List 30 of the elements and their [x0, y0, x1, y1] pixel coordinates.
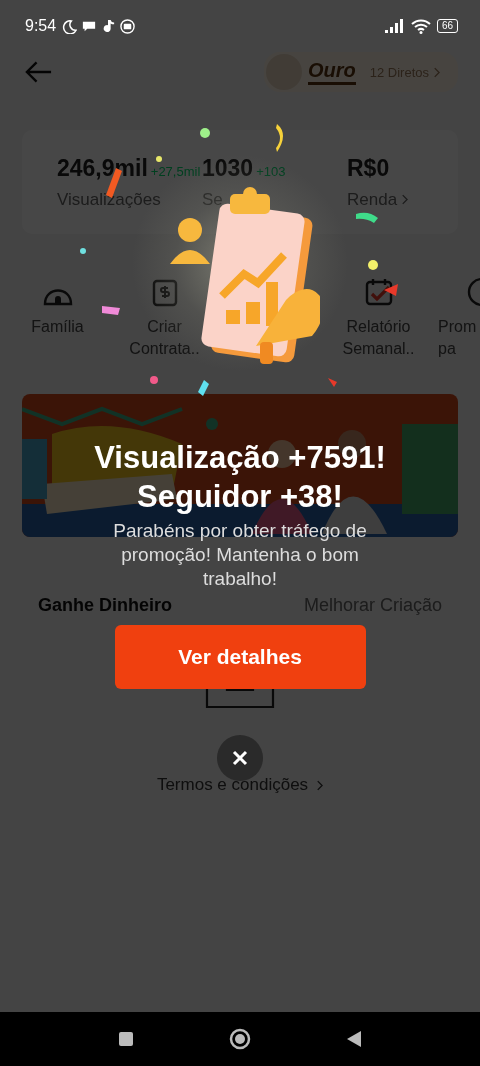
play-circle-icon: [120, 18, 136, 34]
confetti-icon: [356, 212, 378, 223]
confetti-icon: [368, 260, 378, 270]
confetti-icon: [156, 156, 162, 162]
details-button[interactable]: Ver detalhes: [114, 625, 366, 689]
confetti-icon: [384, 284, 398, 296]
confetti-icon: [80, 248, 86, 254]
status-time: 9:54: [25, 17, 57, 35]
confetti-icon: [198, 380, 209, 396]
confetti-icon: [328, 378, 337, 387]
back-triangle-icon[interactable]: [346, 1030, 363, 1048]
stat-value: 246,9mil: [57, 154, 148, 182]
music-note-icon: [101, 19, 116, 33]
confetti-icon: [150, 376, 158, 384]
close-icon: [232, 750, 248, 766]
reward-message: Parabéns por obter tráfego de promoção! Mantenha o bom trabalho!: [112, 519, 368, 591]
reward-title: Seguidor +38!: [137, 478, 343, 516]
signal-icon: [384, 19, 405, 33]
chat-bubble-icon: [82, 19, 97, 33]
confetti-icon: [102, 306, 120, 315]
moon-icon: [62, 18, 78, 34]
home-circle-icon[interactable]: [229, 1028, 251, 1050]
square-icon[interactable]: [117, 1031, 134, 1047]
stat-delta: +27,5mil: [150, 163, 201, 179]
wifi-icon: [410, 18, 431, 34]
reward-title: Visualização +7591!: [94, 439, 386, 477]
stat-delta: +103: [256, 163, 286, 179]
stat-value: 1030: [202, 154, 254, 182]
confetti-icon: [200, 128, 210, 138]
stat-value: R$0: [347, 154, 390, 182]
